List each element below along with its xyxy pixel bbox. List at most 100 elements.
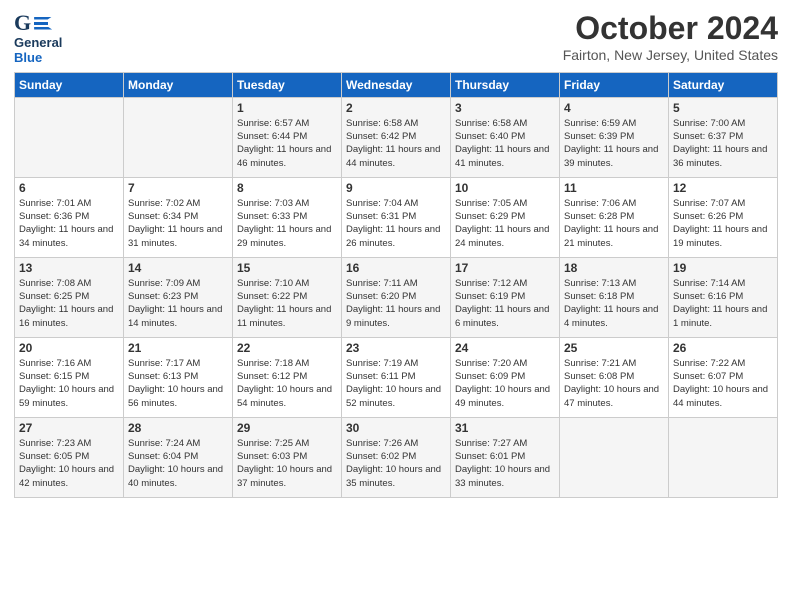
page: G General Blue October 2024 Fairton, New…	[0, 0, 792, 612]
calendar-cell: 22Sunrise: 7:18 AM Sunset: 6:12 PM Dayli…	[233, 337, 342, 417]
day-number: 12	[673, 181, 773, 195]
day-number: 16	[346, 261, 446, 275]
logo-general: General	[14, 36, 62, 51]
calendar-cell: 13 Sunrise: 7:08 AM Sunset: 6:25 PM Dayli…	[15, 257, 124, 337]
day-info: Sunrise: 7:25 AM Sunset: 6:03 PM Dayligh…	[237, 437, 337, 490]
day-number: 2	[346, 101, 446, 115]
col-tuesday: Tuesday	[233, 72, 342, 97]
calendar-cell	[560, 417, 669, 497]
calendar-cell: 10 Sunrise: 7:05 AM Sunset: 6:29 PM Dayli…	[451, 177, 560, 257]
day-info: Sunrise: 7:07 AM Sunset: 6:26 PM Dayligh…	[673, 197, 773, 250]
calendar-cell: 18 Sunrise: 7:13 AM Sunset: 6:18 PM Dayli…	[560, 257, 669, 337]
day-number: 25	[564, 341, 664, 355]
day-info: Sunrise: 6:58 AM Sunset: 6:40 PM Dayligh…	[455, 117, 555, 170]
logo-wrapper: G	[14, 10, 52, 36]
calendar-week-row: 20Sunrise: 7:16 AM Sunset: 6:15 PM Dayli…	[15, 337, 778, 417]
day-info: Sunrise: 7:04 AM Sunset: 6:31 PM Dayligh…	[346, 197, 446, 250]
logo-line-top	[34, 17, 52, 20]
day-info: Sunrise: 7:17 AM Sunset: 6:13 PM Dayligh…	[128, 357, 228, 410]
logo-line-mid	[34, 22, 48, 25]
calendar-cell: 11Sunrise: 7:06 AM Sunset: 6:28 PM Dayli…	[560, 177, 669, 257]
day-number: 26	[673, 341, 773, 355]
day-info: Sunrise: 7:09 AM Sunset: 6:23 PM Dayligh…	[128, 277, 228, 330]
day-number: 30	[346, 421, 446, 435]
col-wednesday: Wednesday	[342, 72, 451, 97]
day-number: 23	[346, 341, 446, 355]
calendar-cell: 31 Sunrise: 7:27 AM Sunset: 6:01 PM Dayli…	[451, 417, 560, 497]
calendar-cell: 15Sunrise: 7:10 AM Sunset: 6:22 PM Dayli…	[233, 257, 342, 337]
day-info: Sunrise: 7:01 AM Sunset: 6:36 PM Dayligh…	[19, 197, 119, 250]
calendar-header-row: Sunday Monday Tuesday Wednesday Thursday…	[15, 72, 778, 97]
calendar-cell: 4Sunrise: 6:59 AM Sunset: 6:39 PM Daylig…	[560, 97, 669, 177]
calendar-cell: 27 Sunrise: 7:23 AM Sunset: 6:05 PM Dayli…	[15, 417, 124, 497]
day-info: Sunrise: 7:02 AM Sunset: 6:34 PM Dayligh…	[128, 197, 228, 250]
calendar-cell: 17Sunrise: 7:12 AM Sunset: 6:19 PM Dayli…	[451, 257, 560, 337]
day-number: 15	[237, 261, 337, 275]
col-sunday: Sunday	[15, 72, 124, 97]
calendar-cell: 19Sunrise: 7:14 AM Sunset: 6:16 PM Dayli…	[669, 257, 778, 337]
day-info: Sunrise: 7:20 AM Sunset: 6:09 PM Dayligh…	[455, 357, 555, 410]
day-number: 1	[237, 101, 337, 115]
calendar-cell: 16 Sunrise: 7:11 AM Sunset: 6:20 PM Dayli…	[342, 257, 451, 337]
calendar-cell	[124, 97, 233, 177]
day-info: Sunrise: 7:24 AM Sunset: 6:04 PM Dayligh…	[128, 437, 228, 490]
day-info: Sunrise: 7:06 AM Sunset: 6:28 PM Dayligh…	[564, 197, 664, 250]
calendar-cell: 21Sunrise: 7:17 AM Sunset: 6:13 PM Dayli…	[124, 337, 233, 417]
day-number: 31	[455, 421, 555, 435]
day-info: Sunrise: 7:11 AM Sunset: 6:20 PM Dayligh…	[346, 277, 446, 330]
col-thursday: Thursday	[451, 72, 560, 97]
calendar-cell: 23 Sunrise: 7:19 AM Sunset: 6:11 PM Dayli…	[342, 337, 451, 417]
day-info: Sunrise: 6:57 AM Sunset: 6:44 PM Dayligh…	[237, 117, 337, 170]
calendar-subtitle: Fairton, New Jersey, United States	[563, 47, 778, 63]
calendar-cell: 8Sunrise: 7:03 AM Sunset: 6:33 PM Daylig…	[233, 177, 342, 257]
day-info: Sunrise: 7:23 AM Sunset: 6:05 PM Dayligh…	[19, 437, 119, 490]
day-number: 14	[128, 261, 228, 275]
day-number: 3	[455, 101, 555, 115]
calendar-cell: 7 Sunrise: 7:02 AM Sunset: 6:34 PM Daylig…	[124, 177, 233, 257]
calendar-cell: 29 Sunrise: 7:25 AM Sunset: 6:03 PM Dayli…	[233, 417, 342, 497]
calendar-cell: 5 Sunrise: 7:00 AM Sunset: 6:37 PM Daylig…	[669, 97, 778, 177]
day-number: 18	[564, 261, 664, 275]
day-info: Sunrise: 6:59 AM Sunset: 6:39 PM Dayligh…	[564, 117, 664, 170]
day-number: 17	[455, 261, 555, 275]
day-number: 13	[19, 261, 119, 275]
day-number: 8	[237, 181, 337, 195]
day-number: 5	[673, 101, 773, 115]
day-number: 27	[19, 421, 119, 435]
calendar-week-row: 27 Sunrise: 7:23 AM Sunset: 6:05 PM Dayli…	[15, 417, 778, 497]
col-friday: Friday	[560, 72, 669, 97]
day-info: Sunrise: 7:13 AM Sunset: 6:18 PM Dayligh…	[564, 277, 664, 330]
calendar-cell	[669, 417, 778, 497]
day-info: Sunrise: 7:27 AM Sunset: 6:01 PM Dayligh…	[455, 437, 555, 490]
logo: G General Blue	[14, 10, 62, 66]
day-number: 19	[673, 261, 773, 275]
day-number: 7	[128, 181, 228, 195]
logo-blue: Blue	[14, 51, 62, 66]
calendar-cell: 1 Sunrise: 6:57 AM Sunset: 6:44 PM Daylig…	[233, 97, 342, 177]
day-info: Sunrise: 7:26 AM Sunset: 6:02 PM Dayligh…	[346, 437, 446, 490]
calendar-cell: 20Sunrise: 7:16 AM Sunset: 6:15 PM Dayli…	[15, 337, 124, 417]
calendar-week-row: 1 Sunrise: 6:57 AM Sunset: 6:44 PM Daylig…	[15, 97, 778, 177]
calendar-cell: 6Sunrise: 7:01 AM Sunset: 6:36 PM Daylig…	[15, 177, 124, 257]
calendar-cell: 30 Sunrise: 7:26 AM Sunset: 6:02 PM Dayli…	[342, 417, 451, 497]
day-info: Sunrise: 7:21 AM Sunset: 6:08 PM Dayligh…	[564, 357, 664, 410]
logo-letter-g: G	[14, 10, 31, 36]
calendar-cell: 2Sunrise: 6:58 AM Sunset: 6:42 PM Daylig…	[342, 97, 451, 177]
calendar-cell: 28Sunrise: 7:24 AM Sunset: 6:04 PM Dayli…	[124, 417, 233, 497]
day-info: Sunrise: 7:22 AM Sunset: 6:07 PM Dayligh…	[673, 357, 773, 410]
day-info: Sunrise: 7:05 AM Sunset: 6:29 PM Dayligh…	[455, 197, 555, 250]
day-info: Sunrise: 7:00 AM Sunset: 6:37 PM Dayligh…	[673, 117, 773, 170]
calendar-body: 1 Sunrise: 6:57 AM Sunset: 6:44 PM Daylig…	[15, 97, 778, 497]
calendar-cell: 24 Sunrise: 7:20 AM Sunset: 6:09 PM Dayli…	[451, 337, 560, 417]
calendar-cell: 3 Sunrise: 6:58 AM Sunset: 6:40 PM Daylig…	[451, 97, 560, 177]
day-info: Sunrise: 7:08 AM Sunset: 6:25 PM Dayligh…	[19, 277, 119, 330]
day-info: Sunrise: 7:16 AM Sunset: 6:15 PM Dayligh…	[19, 357, 119, 410]
calendar-cell: 26 Sunrise: 7:22 AM Sunset: 6:07 PM Dayli…	[669, 337, 778, 417]
col-monday: Monday	[124, 72, 233, 97]
day-number: 10	[455, 181, 555, 195]
day-info: Sunrise: 7:19 AM Sunset: 6:11 PM Dayligh…	[346, 357, 446, 410]
calendar-week-row: 13 Sunrise: 7:08 AM Sunset: 6:25 PM Dayli…	[15, 257, 778, 337]
day-number: 24	[455, 341, 555, 355]
day-number: 29	[237, 421, 337, 435]
calendar-cell	[15, 97, 124, 177]
